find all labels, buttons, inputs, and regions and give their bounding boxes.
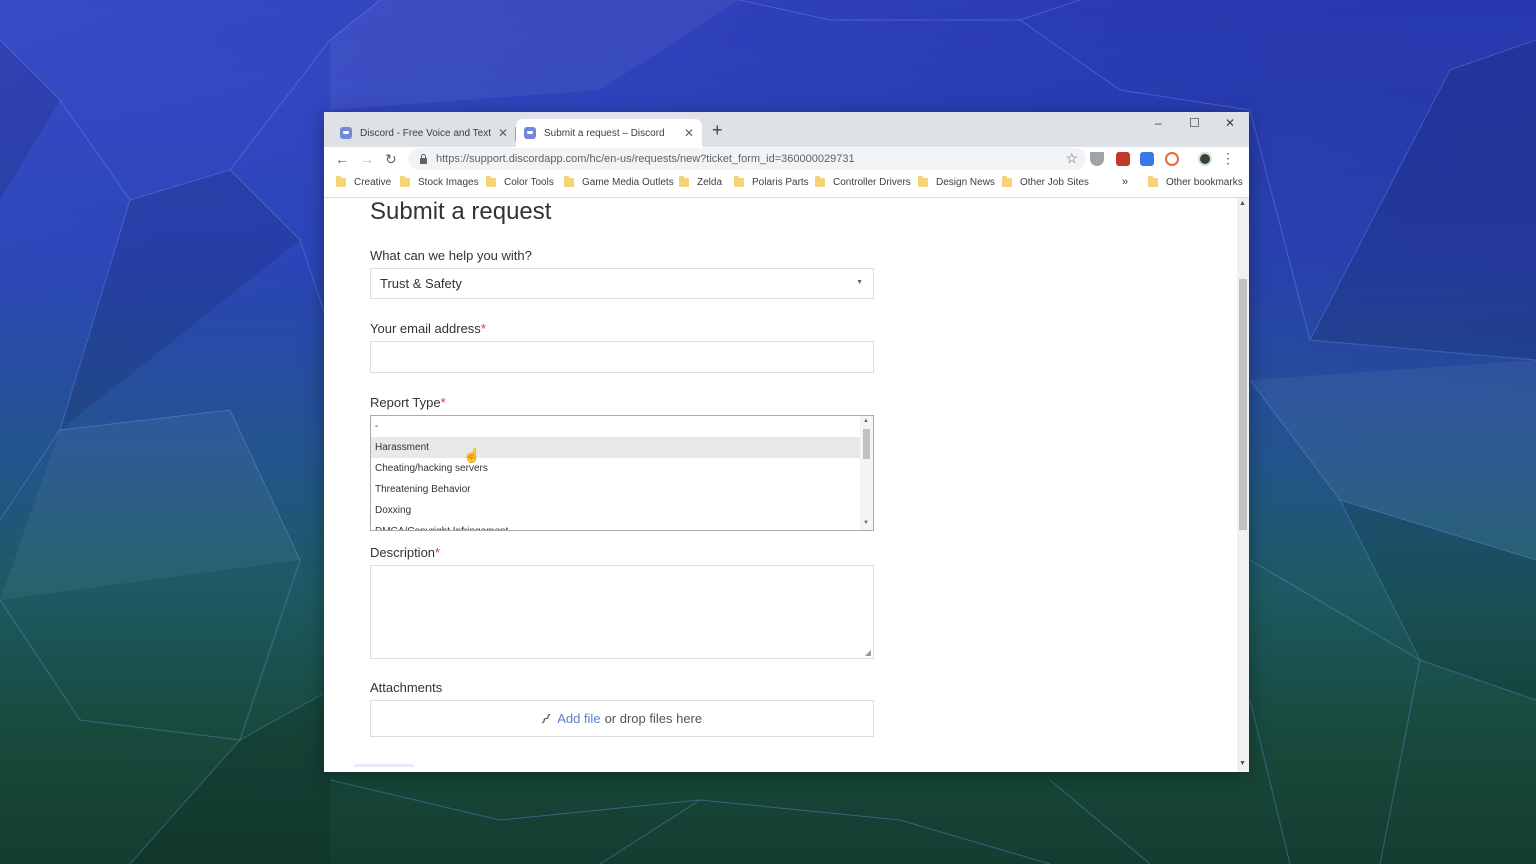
bookmark-folder-color-tools[interactable]: Color Tools: [486, 176, 554, 188]
tab-strip: Discord - Free Voice and Text Ch ✕ Submi…: [324, 112, 1249, 147]
page-footer-fragment: [354, 764, 414, 767]
folder-icon: [336, 176, 346, 187]
help-topic-select[interactable]: Trust & Safety ▼: [370, 268, 874, 299]
report-option-cheating[interactable]: Cheating/hacking servers: [371, 458, 861, 479]
bookmark-folder-stock-images[interactable]: Stock Images: [400, 176, 479, 188]
folder-icon: [400, 176, 410, 187]
required-marker: *: [435, 545, 441, 560]
report-option-threatening[interactable]: Threatening Behavior: [371, 479, 861, 500]
required-marker: *: [440, 395, 446, 410]
bookmark-folder-game-media-outlets[interactable]: Game Media Outlets: [564, 176, 674, 188]
help-topic-label: What can we help you with?: [370, 248, 532, 263]
email-label: Your email address*: [370, 321, 486, 336]
bookmark-folder-other-bookmarks[interactable]: Other bookmarks: [1148, 176, 1243, 188]
add-file-link[interactable]: Add file: [557, 711, 600, 726]
scroll-down-arrow-icon[interactable]: ▼: [863, 520, 869, 526]
browser-menu-icon[interactable]: ⋮: [1221, 150, 1235, 167]
close-window-button[interactable]: ✕: [1225, 116, 1235, 130]
report-option-doxxing[interactable]: Doxxing: [371, 500, 861, 521]
close-tab-icon[interactable]: ✕: [684, 126, 694, 140]
folder-icon: [918, 176, 928, 187]
discord-favicon-icon: [340, 127, 352, 139]
hand-cursor-icon: ☝: [463, 447, 481, 463]
bookmark-folder-polaris-parts[interactable]: Polaris Parts: [734, 176, 809, 188]
page-scrollbar[interactable]: ▲ ▼: [1237, 198, 1249, 772]
attachment-dropzone[interactable]: ⌇ Add file or drop files here: [370, 700, 874, 737]
folder-icon: [1002, 176, 1012, 187]
report-option-dmca[interactable]: DMCA/Copyright Infringement: [371, 521, 861, 530]
email-field[interactable]: [370, 341, 874, 373]
report-option-blank[interactable]: -: [371, 416, 861, 437]
tab-submit-request[interactable]: Submit a request – Discord ✕: [516, 119, 702, 147]
page-scroll-thumb[interactable]: [1239, 279, 1247, 530]
browser-window: Discord - Free Voice and Text Ch ✕ Submi…: [324, 112, 1249, 772]
listbox-scrollbar[interactable]: ▲ ▼: [860, 416, 873, 530]
report-type-listbox[interactable]: - Harassment Cheating/hacking servers Th…: [370, 415, 874, 531]
report-type-label: Report Type*: [370, 395, 446, 410]
folder-icon: [564, 176, 574, 187]
discord-favicon-icon: [524, 127, 536, 139]
description-label: Description*: [370, 545, 441, 560]
tab-title: Discord - Free Voice and Text Ch: [360, 127, 492, 139]
folder-icon: [1148, 176, 1158, 187]
required-marker: *: [480, 321, 486, 336]
shield-extension-icon[interactable]: [1116, 152, 1130, 166]
folder-icon: [679, 176, 689, 187]
honey-extension-icon[interactable]: [1165, 152, 1179, 166]
help-topic-value: Trust & Safety: [380, 276, 462, 291]
bookmark-star-icon[interactable]: ☆: [1065, 150, 1078, 167]
bookmark-folder-controller-drivers[interactable]: Controller Drivers: [815, 176, 911, 188]
bookmark-folder-design-news[interactable]: Design News: [918, 176, 995, 188]
chevron-down-icon: ▼: [856, 279, 863, 286]
url-text: https://support.discordapp.com/hc/en-us/…: [436, 153, 855, 165]
download-extension-icon[interactable]: [1090, 152, 1104, 166]
back-arrow-icon[interactable]: ←: [335, 151, 349, 167]
folder-icon: [815, 176, 825, 187]
capture-extension-icon[interactable]: [1140, 152, 1154, 166]
reload-icon[interactable]: ↻: [385, 151, 397, 168]
attachments-label: Attachments: [370, 680, 443, 695]
tab-title: Submit a request – Discord: [544, 127, 665, 139]
bookmark-folder-creative[interactable]: Creative: [336, 176, 391, 188]
paperclip-icon: ⌇: [536, 710, 554, 728]
bookmark-folder-other-job-sites[interactable]: Other Job Sites: [1002, 176, 1089, 188]
folder-icon: [734, 176, 744, 187]
resize-grip-icon[interactable]: ◢: [865, 648, 871, 657]
tab-discord-home[interactable]: Discord - Free Voice and Text Ch ✕: [332, 119, 516, 147]
browser-toolbar: ← → ↻ https://support.discordapp.com/hc/…: [324, 147, 1249, 172]
description-textarea[interactable]: ◢: [370, 565, 874, 659]
maximize-button[interactable]: ☐: [1189, 116, 1200, 130]
address-bar[interactable]: https://support.discordapp.com/hc/en-us/…: [408, 148, 1086, 170]
bookmark-folder-zelda[interactable]: Zelda: [679, 176, 722, 188]
scroll-down-arrow-icon[interactable]: ▼: [1239, 760, 1246, 767]
scroll-up-arrow-icon[interactable]: ▲: [863, 418, 869, 424]
close-tab-icon[interactable]: ✕: [498, 126, 508, 140]
report-option-harassment[interactable]: Harassment: [371, 437, 861, 458]
scroll-up-arrow-icon[interactable]: ▲: [1239, 200, 1246, 207]
bookmarks-bar: Creative Stock Images Color Tools Game M…: [324, 172, 1249, 198]
lock-icon: [420, 154, 427, 164]
page-content: Submit a request What can we help you wi…: [324, 198, 1249, 772]
forward-arrow-icon[interactable]: →: [360, 151, 374, 167]
folder-icon: [486, 176, 496, 187]
new-tab-button[interactable]: +: [712, 120, 723, 141]
drop-files-text: or drop files here: [604, 711, 703, 726]
listbox-scroll-thumb[interactable]: [863, 429, 870, 459]
minimize-button[interactable]: –: [1155, 116, 1162, 130]
page-title: Submit a request: [370, 198, 552, 225]
bookmarks-overflow-button[interactable]: »: [1122, 176, 1128, 188]
profile-avatar-icon[interactable]: [1200, 154, 1210, 164]
